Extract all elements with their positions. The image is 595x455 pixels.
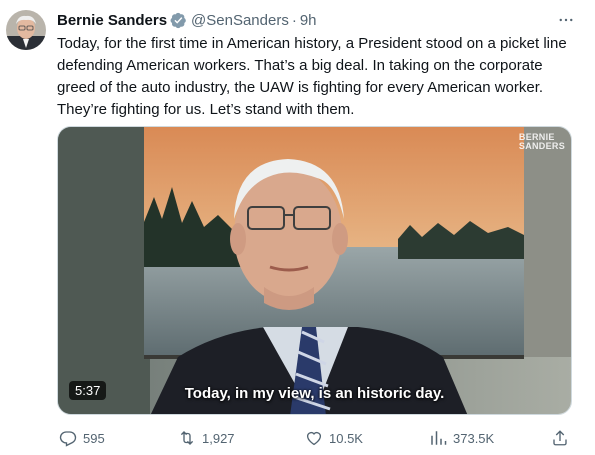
timestamp[interactable]: 9h: [300, 12, 317, 29]
author-handle[interactable]: @SenSanders: [191, 12, 289, 29]
views-button[interactable]: 373.5K: [429, 427, 494, 449]
avatar[interactable]: [6, 10, 46, 50]
author-name[interactable]: Bernie Sanders: [57, 12, 167, 29]
action-bar: 595 1,927 10.5K 373.5K: [57, 427, 577, 449]
watermark-line-2: SANDERS: [518, 141, 565, 151]
video-frame: [58, 127, 571, 414]
reply-count: 595: [83, 430, 105, 446]
header-separator: ·: [291, 11, 297, 29]
heart-icon: [306, 431, 322, 446]
video-player[interactable]: BERNIE SANDERS Today, in my view, is an …: [57, 126, 572, 415]
tweet[interactable]: Bernie Sanders @SenSanders · 9h Today, f…: [0, 0, 595, 455]
share-button[interactable]: [551, 427, 575, 449]
retweet-icon: [180, 431, 194, 445]
video-duration: 5:37: [69, 381, 107, 400]
more-options-icon[interactable]: [555, 10, 577, 30]
like-button[interactable]: 10.5K: [305, 427, 363, 449]
share-icon: [553, 430, 567, 446]
like-count: 10.5K: [329, 430, 363, 446]
tweet-text: Today, for the first time in American hi…: [57, 35, 567, 118]
video-watermark: BERNIE SANDERS: [519, 133, 565, 151]
verified-badge-icon: [170, 12, 187, 29]
tweet-header: Bernie Sanders @SenSanders · 9h: [57, 10, 577, 30]
views-count: 373.5K: [453, 430, 495, 446]
reply-button[interactable]: 595: [59, 427, 105, 449]
retweet-button[interactable]: 1,927: [178, 427, 235, 449]
views-chart-icon: [431, 431, 447, 445]
retweet-count: 1,927: [202, 430, 235, 446]
reply-icon: [59, 431, 77, 447]
video-caption: Today, in my view, is an historic day.: [184, 385, 445, 402]
